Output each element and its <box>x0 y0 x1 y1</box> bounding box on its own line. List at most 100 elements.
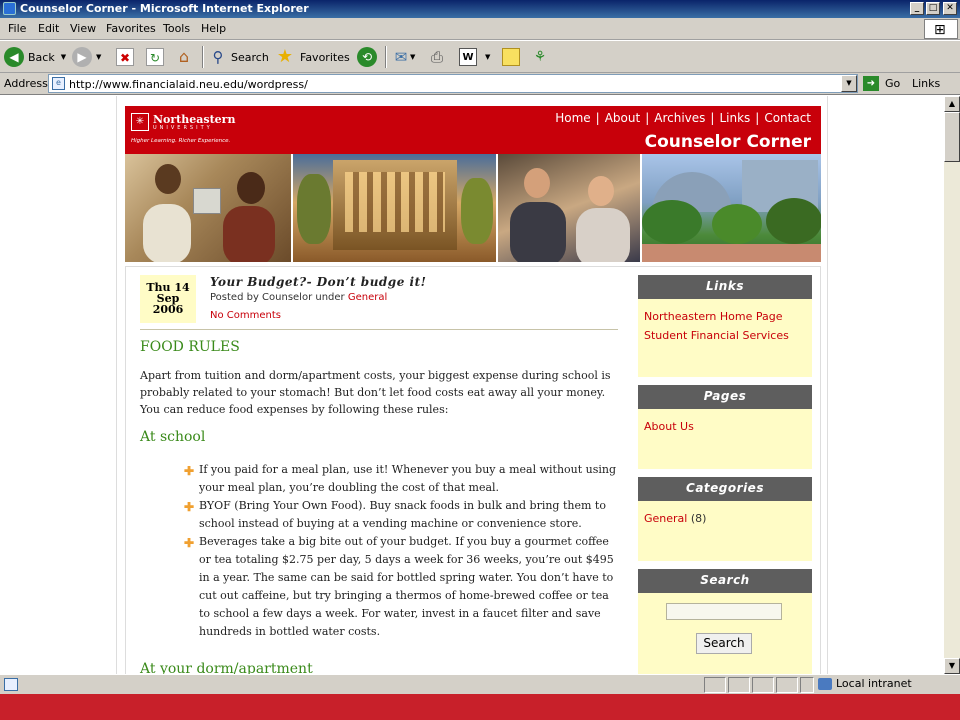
nav-contact[interactable]: Contact <box>764 111 811 125</box>
plus-bullet-icon: ✚ <box>184 500 195 514</box>
nav-home[interactable]: Home <box>555 111 590 125</box>
address-url[interactable]: http://www.financialaid.neu.edu/wordpres… <box>69 78 308 91</box>
northeastern-logo[interactable]: ✳ Northeastern UNIVERSITY Higher Learnin… <box>131 113 239 149</box>
header-photo-strip <box>125 154 821 262</box>
photo-campus-courtyard <box>641 154 821 262</box>
status-pane <box>800 677 814 693</box>
window-title: Counselor Corner - Microsoft Internet Ex… <box>20 2 309 15</box>
forward-button[interactable]: ▶ ▼ <box>72 45 101 69</box>
scroll-down-icon[interactable]: ▼ <box>944 658 960 674</box>
links-toolbar[interactable]: Links <box>912 77 940 90</box>
go-arrow-icon: ➜ <box>863 76 879 91</box>
print-button[interactable]: ⎙ <box>428 45 446 69</box>
photo-students-office <box>125 154 291 262</box>
menu-edit[interactable]: Edit <box>38 22 59 35</box>
post-meta: Posted by Counselor under General <box>210 292 388 303</box>
mail-button[interactable]: ✉ ▼ <box>392 45 416 69</box>
menu-help[interactable]: Help <box>201 22 226 35</box>
mail-dropdown-icon[interactable]: ▼ <box>410 53 415 61</box>
ie-app-icon <box>3 2 16 15</box>
heading-at-dorm: At your dorm/apartment <box>140 661 313 674</box>
post-category-link[interactable]: General <box>348 292 387 303</box>
menu-file[interactable]: File <box>8 22 26 35</box>
status-pane <box>752 677 774 693</box>
intranet-icon <box>818 677 832 690</box>
refresh-icon: ↻ <box>146 48 164 66</box>
edit-dropdown-icon[interactable]: ▼ <box>485 53 490 61</box>
forward-arrow-icon: ▶ <box>72 47 92 67</box>
address-label: Address <box>4 77 48 90</box>
nav-about[interactable]: About <box>605 111 640 125</box>
address-input[interactable]: e http://www.financialaid.neu.edu/wordpr… <box>48 74 858 93</box>
title-bar: Counselor Corner - Microsoft Internet Ex… <box>0 0 960 18</box>
scroll-up-icon[interactable]: ▲ <box>944 96 960 112</box>
heading-at-school: At school <box>140 429 206 445</box>
links-widget-title: Links <box>638 275 812 299</box>
post-divider <box>140 329 618 330</box>
links-widget: Links Northeastern Home Page Student Fin… <box>638 275 812 377</box>
category-general-link[interactable]: General <box>644 512 687 525</box>
security-zone: Local intranet <box>818 677 912 690</box>
link-student-financial-services[interactable]: Student Financial Services <box>644 326 806 345</box>
star-icon: ★ <box>276 46 294 67</box>
history-button[interactable]: ⟲ <box>357 45 381 69</box>
address-bar: Address e http://www.financialaid.neu.ed… <box>0 73 960 95</box>
go-button[interactable]: ➜ Go <box>863 76 900 91</box>
stop-button[interactable]: ✖ <box>116 45 134 69</box>
address-dropdown-icon[interactable]: ▼ <box>841 75 857 92</box>
link-northeastern-home[interactable]: Northeastern Home Page <box>644 307 806 326</box>
scroll-thumb[interactable] <box>944 112 960 162</box>
messenger-button[interactable]: ⚘ <box>531 45 549 69</box>
windows-logo-icon: ⊞ <box>924 19 958 39</box>
photo-campus-building-night <box>292 154 496 262</box>
page-icon: e <box>52 77 65 90</box>
search-button[interactable]: Search <box>696 633 752 654</box>
list-item: ✚ If you paid for a meal plan, use it! Wh… <box>184 463 617 494</box>
food-tips-list: ✚ If you paid for a meal plan, use it! Wh… <box>184 461 618 641</box>
status-page-icon <box>4 678 18 691</box>
site-header: ✳ Northeastern UNIVERSITY Higher Learnin… <box>125 106 821 154</box>
menu-favorites[interactable]: Favorites <box>106 22 156 35</box>
nav-links[interactable]: Links <box>719 111 750 125</box>
mail-icon: ✉ <box>394 48 408 66</box>
home-button[interactable]: ⌂ <box>175 45 193 69</box>
category-count: (8) <box>687 512 707 525</box>
toolbar: ◀ Back ▼ ▶ ▼ ✖ ↻ ⌂ ⚲ Search ★ Favorites … <box>0 41 960 73</box>
nav-archives[interactable]: Archives <box>654 111 705 125</box>
post-date-badge: Thu 14 Sep 2006 <box>140 275 196 323</box>
minimize-button[interactable]: _ <box>910 2 924 15</box>
search-widget-title: Search <box>638 569 812 593</box>
content-area: Thu 14 Sep 2006 Your Budget?- Don’t budg… <box>125 266 821 674</box>
search-input[interactable] <box>666 603 782 620</box>
refresh-button[interactable]: ↻ <box>146 45 164 69</box>
categories-widget-title: Categories <box>638 477 812 501</box>
comments-link[interactable]: No Comments <box>210 310 281 321</box>
browser-viewport: ✳ Northeastern UNIVERSITY Higher Learnin… <box>0 96 944 674</box>
menu-tools[interactable]: Tools <box>163 22 190 35</box>
messenger-icon: ⚘ <box>533 49 547 65</box>
taskbar <box>0 694 960 720</box>
vertical-scrollbar[interactable]: ▲ ▼ <box>944 96 960 674</box>
link-about-us[interactable]: About Us <box>644 417 806 436</box>
magnifier-icon: ⚲ <box>212 48 224 66</box>
menu-view[interactable]: View <box>70 22 96 35</box>
home-icon: ⌂ <box>178 47 190 66</box>
blog-page: ✳ Northeastern UNIVERSITY Higher Learnin… <box>116 96 828 674</box>
forward-dropdown-icon[interactable]: ▼ <box>96 53 101 61</box>
toolbar-separator <box>202 46 204 68</box>
back-button[interactable]: ◀ Back ▼ <box>4 45 66 69</box>
plus-bullet-icon: ✚ <box>184 536 195 550</box>
search-toolbar-button[interactable]: ⚲ Search <box>209 45 269 69</box>
favorites-toolbar-button[interactable]: ★ Favorites <box>276 45 350 69</box>
photo-two-students <box>497 154 640 262</box>
post-title[interactable]: Your Budget?- Don’t budge it! <box>210 275 426 289</box>
pages-widget: Pages About Us <box>638 385 812 469</box>
stop-icon: ✖ <box>116 48 134 66</box>
discuss-button[interactable] <box>502 45 520 69</box>
maximize-button[interactable]: □ <box>926 2 940 15</box>
back-dropdown-icon[interactable]: ▼ <box>61 53 66 61</box>
menu-bar: File Edit View Favorites Tools Help ⊞ <box>0 18 960 40</box>
close-button[interactable]: ✕ <box>943 2 957 15</box>
history-icon: ⟲ <box>357 47 377 67</box>
edit-word-button[interactable]: W ▼ <box>459 45 490 69</box>
